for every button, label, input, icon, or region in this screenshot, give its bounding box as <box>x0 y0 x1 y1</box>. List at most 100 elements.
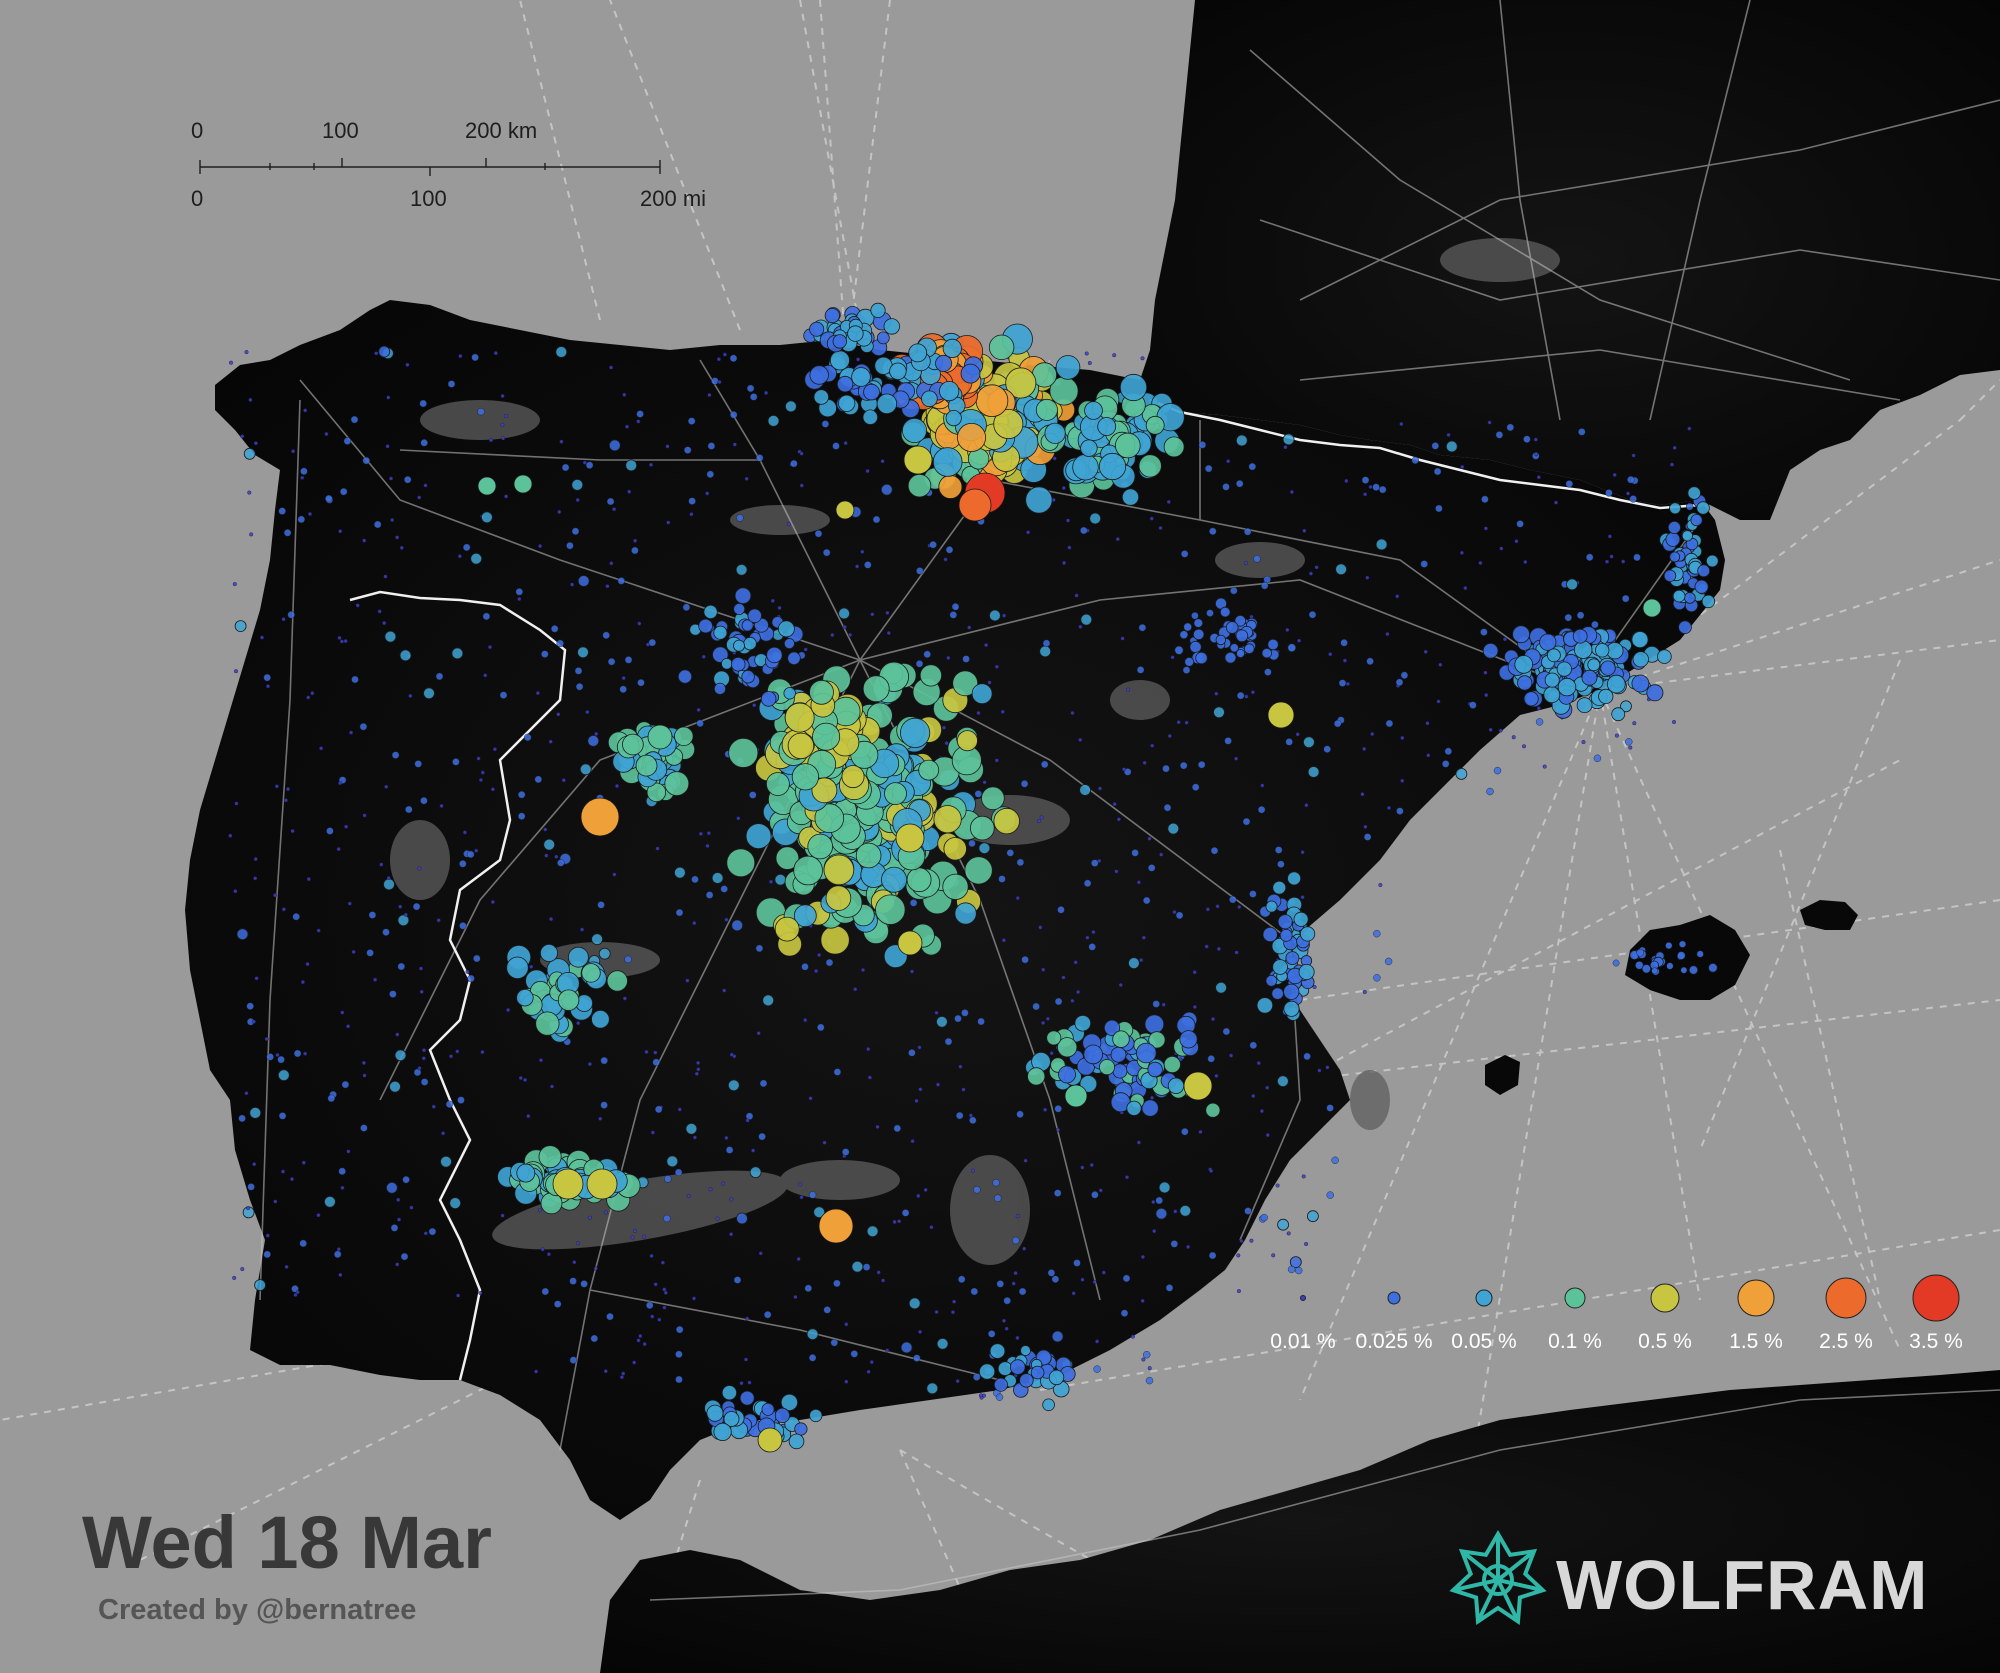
case-bubble <box>1325 1065 1330 1070</box>
case-bubble <box>1149 516 1154 521</box>
case-bubble <box>743 636 757 651</box>
case-bubble <box>809 679 834 705</box>
case-bubble <box>1506 423 1515 432</box>
case-bubble <box>1001 938 1006 943</box>
case-bubble <box>1328 652 1333 657</box>
case-bubble <box>339 639 344 644</box>
case-bubble <box>441 1131 446 1136</box>
case-bubble <box>728 737 759 768</box>
case-bubble <box>609 365 614 370</box>
case-bubble <box>1009 1359 1026 1375</box>
case-bubble <box>1483 670 1488 675</box>
case-bubble <box>1265 974 1278 987</box>
case-bubble <box>987 680 992 685</box>
case-bubble <box>1587 658 1601 672</box>
legend-label-7: 3.5 % <box>1909 1330 1963 1353</box>
case-bubble <box>535 691 540 696</box>
case-bubble <box>1091 1191 1099 1199</box>
case-bubble <box>793 855 823 886</box>
case-bubble <box>1183 1071 1213 1101</box>
case-bubble <box>1256 1061 1261 1066</box>
case-bubble <box>1002 1318 1007 1323</box>
case-bubble <box>1047 1269 1056 1277</box>
case-bubble <box>684 446 692 454</box>
case-bubble <box>749 1166 762 1179</box>
case-bubble <box>405 805 413 814</box>
case-bubble <box>942 338 962 358</box>
case-bubble <box>861 968 866 973</box>
case-bubble <box>1502 637 1507 642</box>
case-bubble <box>1114 869 1119 874</box>
case-bubble <box>349 730 354 735</box>
case-bubble <box>1098 452 1127 481</box>
case-bubble <box>1055 355 1081 380</box>
case-bubble <box>622 733 644 756</box>
case-bubble <box>1604 559 1609 564</box>
case-bubble <box>1118 983 1123 988</box>
case-bubble <box>962 655 970 663</box>
case-bubble <box>419 966 424 971</box>
map-canvas[interactable]: 0 100 200 km 0 100 200 mi 0.01 % 0.025 %… <box>0 0 2000 1673</box>
case-bubble <box>1234 756 1239 761</box>
case-bubble <box>662 1305 667 1310</box>
case-bubble <box>482 612 491 621</box>
case-bubble <box>291 449 296 454</box>
case-bubble <box>813 389 830 405</box>
case-bubble <box>1000 709 1005 714</box>
case-bubble <box>459 860 467 868</box>
case-bubble <box>851 367 871 387</box>
case-bubble <box>1119 373 1148 402</box>
case-bubble <box>872 515 881 524</box>
case-bubble <box>1073 960 1078 965</box>
case-bubble <box>919 664 943 687</box>
case-bubble <box>232 1275 237 1280</box>
case-bubble <box>969 1116 977 1125</box>
case-bubble <box>978 842 991 855</box>
case-bubble <box>1236 1289 1241 1294</box>
case-bubble <box>958 1275 966 1284</box>
case-bubble <box>1002 613 1007 618</box>
case-bubble <box>1425 721 1430 726</box>
case-bubble <box>900 1341 913 1354</box>
case-bubble <box>1070 998 1075 1003</box>
case-bubble <box>843 441 848 446</box>
case-bubble <box>1386 805 1391 810</box>
case-bubble <box>1099 1059 1116 1076</box>
case-bubble <box>733 603 746 616</box>
case-bubble <box>733 639 746 652</box>
case-bubble <box>706 470 714 478</box>
case-bubble <box>823 548 831 557</box>
case-bubble <box>1265 900 1278 913</box>
case-bubble <box>814 530 823 538</box>
date-label: Wed 18 Mar <box>82 1501 492 1584</box>
case-bubble <box>591 1009 610 1029</box>
case-bubble <box>942 725 947 730</box>
case-bubble <box>736 514 744 522</box>
case-bubble <box>561 463 570 472</box>
case-bubble <box>254 1279 267 1291</box>
case-bubble <box>705 891 714 899</box>
case-bubble <box>787 732 815 760</box>
case-bubble <box>1140 1298 1145 1303</box>
case-bubble <box>655 1105 663 1114</box>
legend-circle-7 <box>1912 1274 1960 1322</box>
case-bubble <box>787 651 801 666</box>
case-bubble <box>961 1087 966 1092</box>
case-bubble <box>600 1056 608 1065</box>
case-bubble <box>847 325 864 342</box>
case-bubble <box>988 1330 996 1338</box>
case-bubble <box>1314 565 1319 570</box>
case-bubble <box>1297 638 1302 643</box>
case-bubble <box>1067 545 1072 550</box>
case-bubble <box>1469 701 1477 709</box>
case-bubble <box>1170 655 1175 660</box>
case-bubble <box>1651 967 1658 975</box>
case-bubble <box>835 500 855 520</box>
case-bubble <box>585 461 594 469</box>
case-bubble <box>423 687 435 700</box>
case-bubble <box>885 1348 890 1353</box>
case-bubble <box>783 638 795 650</box>
case-bubble <box>914 1098 919 1103</box>
case-bubble <box>720 657 733 670</box>
case-bubble <box>876 331 890 345</box>
